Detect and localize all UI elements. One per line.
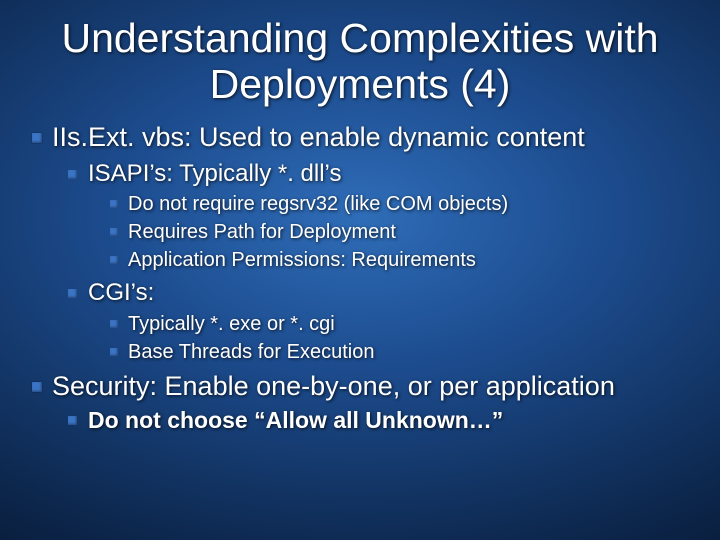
slide-title: Understanding Complexities with Deployme…: [28, 16, 692, 108]
bullet-text: IIs.Ext. vbs: Used to enable dynamic con…: [52, 122, 585, 152]
slide: Understanding Complexities with Deployme…: [0, 0, 720, 540]
bullet-list: IIs.Ext. vbs: Used to enable dynamic con…: [28, 122, 692, 434]
bullet-text: Do not require regsrv32 (like COM object…: [128, 193, 508, 215]
bullet-text: Do not choose “Allow all Unknown…”: [88, 407, 503, 433]
bullet-cgi-threads: Base Threads for Execution: [108, 340, 692, 365]
bullet-cgi-ext: Typically *. exe or *. cgi: [108, 312, 692, 337]
bullet-text: ISAPI’s: Typically *. dll’s: [88, 160, 341, 187]
bullet-isapi-path: Requires Path for Deployment: [108, 220, 692, 245]
bullet-text: CGI’s:: [88, 279, 154, 306]
bullet-cgi: CGI’s: Typically *. exe or *. cgi Base T…: [66, 279, 692, 365]
bullet-text: Application Permissions: Requirements: [128, 249, 476, 271]
bullet-security: Security: Enable one-by-one, or per appl…: [28, 371, 692, 434]
bullet-text: Security: Enable one-by-one, or per appl…: [52, 371, 615, 401]
bullet-iisext: IIs.Ext. vbs: Used to enable dynamic con…: [28, 122, 692, 365]
bullet-isapi: ISAPI’s: Typically *. dll’s Do not requi…: [66, 160, 692, 274]
bullet-text: Base Threads for Execution: [128, 341, 374, 363]
bullet-isapi-perm: Application Permissions: Requirements: [108, 248, 692, 273]
bullet-text: Requires Path for Deployment: [128, 221, 396, 243]
bullet-isapi-regsrv: Do not require regsrv32 (like COM object…: [108, 192, 692, 217]
bullet-security-warn: Do not choose “Allow all Unknown…”: [66, 407, 692, 434]
bullet-text: Typically *. exe or *. cgi: [128, 313, 335, 335]
